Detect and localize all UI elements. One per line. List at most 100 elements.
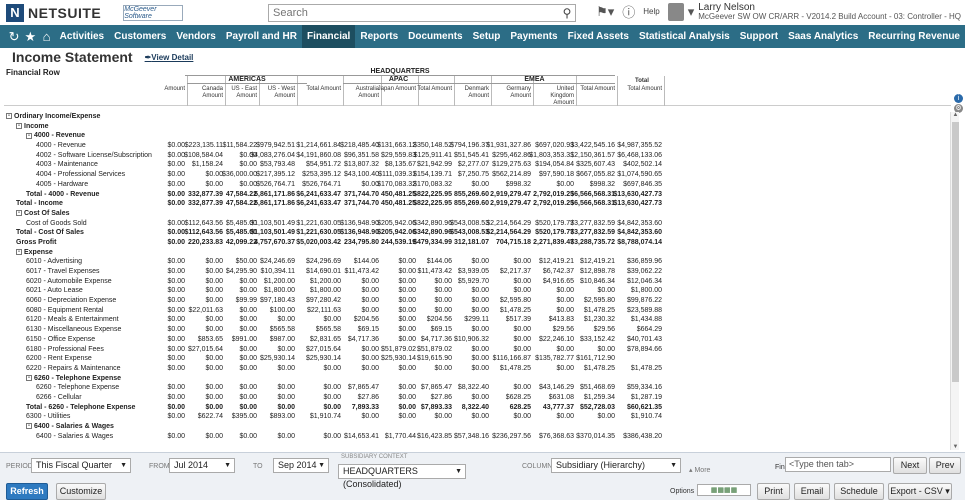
column-header[interactable]: US - West Amount — [255, 86, 295, 100]
row-value[interactable]: $6,468,133.06 — [607, 151, 662, 161]
info-icon[interactable]: i — [954, 94, 963, 103]
nav-reports[interactable]: Reports — [355, 25, 403, 48]
row-value[interactable]: $4,842,353.60 — [607, 228, 662, 238]
star-icon[interactable]: ★ — [22, 29, 38, 45]
print-button[interactable]: Print — [757, 483, 790, 500]
nav-payments[interactable]: Payments — [505, 25, 562, 48]
row-value[interactable]: $60,621.35 — [607, 403, 662, 413]
column-header[interactable]: Japan Amount — [376, 86, 416, 93]
row-value[interactable]: $78,894.66 — [607, 345, 662, 355]
nav-support[interactable]: Support — [735, 25, 783, 48]
next-button[interactable]: Next — [893, 457, 927, 474]
nav-documents[interactable]: Documents — [403, 25, 467, 48]
row-value[interactable]: $40,701.43 — [607, 335, 662, 345]
column-header[interactable]: United Kingdom Amount — [534, 86, 574, 107]
customize-button[interactable]: Customize — [56, 483, 106, 500]
row-value[interactable]: $4,987,355.52 — [607, 141, 662, 151]
column-header[interactable]: Total Amount — [622, 86, 662, 93]
prev-button[interactable]: Prev — [929, 457, 961, 474]
row-value[interactable]: $1,910.74 — [607, 412, 662, 422]
row-label[interactable]: -6260 - Telephone Expense — [26, 374, 121, 384]
nav-recurring-revenue[interactable]: Recurring Revenue — [863, 25, 965, 48]
export-csv-button[interactable]: Export - CSV ▾ — [888, 483, 952, 500]
recent-records-icon[interactable]: ↻ — [6, 29, 22, 45]
row-value[interactable]: $13,630,427.73 — [607, 190, 662, 200]
collapse-toggle-icon[interactable]: - — [26, 132, 32, 139]
refresh-button[interactable]: Refresh — [6, 483, 48, 500]
global-search[interactable]: ⚲ — [268, 4, 576, 22]
row-label[interactable]: - Expense — [16, 248, 53, 258]
nav-statistical-analysis[interactable]: Statistical Analysis — [634, 25, 735, 48]
column-header[interactable]: Denmark Amount — [449, 86, 489, 100]
user-menu[interactable]: ▾ Larry Nelson McGeever SW OW CR/ARR - V… — [667, 2, 961, 21]
search-icon[interactable]: ⚲ — [559, 6, 575, 20]
row-value[interactable]: $1,434.88 — [607, 315, 662, 325]
column-header[interactable]: Total Amount — [301, 86, 341, 93]
row-value[interactable]: $8,788,074.14 — [607, 238, 662, 248]
nav-financial[interactable]: Financial — [301, 25, 356, 48]
netsuite-logo[interactable]: N NETSUITE — [6, 3, 101, 22]
collapse-toggle-icon[interactable]: - — [26, 423, 32, 430]
scroll-thumb[interactable] — [952, 122, 959, 382]
row-value[interactable]: $39,062.22 — [607, 267, 662, 277]
row-label[interactable]: -4000 - Revenue — [26, 131, 85, 141]
more-filters-link[interactable]: ▴ More — [689, 466, 710, 474]
row-value[interactable]: $99,876.22 — [607, 296, 662, 306]
row-value[interactable]: $4,842,353.60 — [607, 219, 662, 229]
column-header[interactable]: US - East Amount — [217, 86, 257, 100]
help-icon[interactable]: ⓘ — [622, 2, 635, 21]
row-label[interactable]: -6400 - Salaries & Wages — [26, 422, 114, 432]
collapse-toggle-icon[interactable]: - — [16, 122, 22, 129]
collapse-toggle-icon[interactable]: - — [16, 248, 22, 255]
collapse-toggle-icon[interactable]: - — [26, 374, 32, 381]
row-value[interactable]: $161,712.90 — [560, 354, 615, 364]
collapse-toggle-icon[interactable]: - — [16, 210, 22, 217]
row-label[interactable]: - Ordinary Income/Expense — [6, 112, 100, 122]
row-value[interactable]: $12,046.34 — [607, 277, 662, 287]
row-value[interactable]: $402,502.14 — [607, 160, 662, 170]
home-icon[interactable]: ⌂ — [38, 29, 54, 44]
row-value[interactable]: $59,334.16 — [607, 383, 662, 393]
row-value[interactable]: $664.29 — [607, 325, 662, 335]
find-input[interactable]: <Type then tab> — [785, 457, 891, 472]
nav-fixed-assets[interactable]: Fixed Assets — [563, 25, 634, 48]
row-value[interactable]: $23,589.88 — [607, 306, 662, 316]
export-options-icon[interactable]: ▦▦▦▦ — [697, 484, 751, 496]
row-value[interactable]: $13,630,427.73 — [607, 199, 662, 209]
view-detail-link[interactable]: ✒View Detail — [145, 53, 194, 62]
row-value[interactable]: $1,074,590.65 — [607, 170, 662, 180]
period-select[interactable]: This Fiscal Quarter ▼ — [31, 458, 131, 473]
email-button[interactable]: Email — [794, 483, 830, 500]
collapse-toggle-icon[interactable]: - — [6, 113, 12, 120]
row-value[interactable]: $1,800.00 — [607, 286, 662, 296]
column-select[interactable]: Subsidiary (Hierarchy) ▼ — [551, 458, 681, 473]
to-select[interactable]: Sep 2014 ▼ — [273, 458, 329, 473]
column-header[interactable]: Total Amount — [575, 86, 615, 93]
from-select[interactable]: Jul 2014 ▼ — [169, 458, 235, 473]
search-input[interactable] — [269, 5, 559, 21]
shortcuts-icon[interactable]: ⚑▾ — [596, 4, 614, 20]
report-scrollbar[interactable]: ▲ ▼ — [950, 112, 959, 450]
row-label[interactable]: - Cost Of Sales — [16, 209, 70, 219]
column-header[interactable]: Germany Amount — [491, 86, 531, 100]
column-header[interactable]: Australia Amount — [339, 86, 379, 100]
chevron-down-icon[interactable]: ▾ — [688, 4, 695, 20]
row-value[interactable]: $1,478.25 — [607, 364, 662, 374]
help-link[interactable]: Help — [643, 7, 659, 16]
nav-vendors[interactable]: Vendors — [171, 25, 220, 48]
subsidiary-select[interactable]: HEADQUARTERS (Consolidated) ▼ — [338, 464, 466, 489]
nav-payroll-and-hr[interactable]: Payroll and HR — [221, 25, 302, 48]
nav-setup[interactable]: Setup — [468, 25, 506, 48]
row-label[interactable]: - Income — [16, 122, 49, 132]
column-header[interactable]: Total Amount — [412, 86, 452, 93]
column-header[interactable]: Amount — [145, 86, 185, 93]
schedule-button[interactable]: Schedule — [834, 483, 884, 500]
row-value[interactable]: $1,287.19 — [607, 393, 662, 403]
row-value[interactable]: $386,438.20 — [607, 432, 662, 442]
nav-activities[interactable]: Activities — [55, 25, 109, 48]
nav-customers[interactable]: Customers — [109, 25, 171, 48]
scroll-up-icon[interactable]: ▲ — [951, 112, 960, 118]
row-value[interactable]: $697,846.35 — [607, 180, 662, 190]
row-value[interactable]: $36,859.96 — [607, 257, 662, 267]
nav-saas-analytics[interactable]: Saas Analytics — [783, 25, 863, 48]
